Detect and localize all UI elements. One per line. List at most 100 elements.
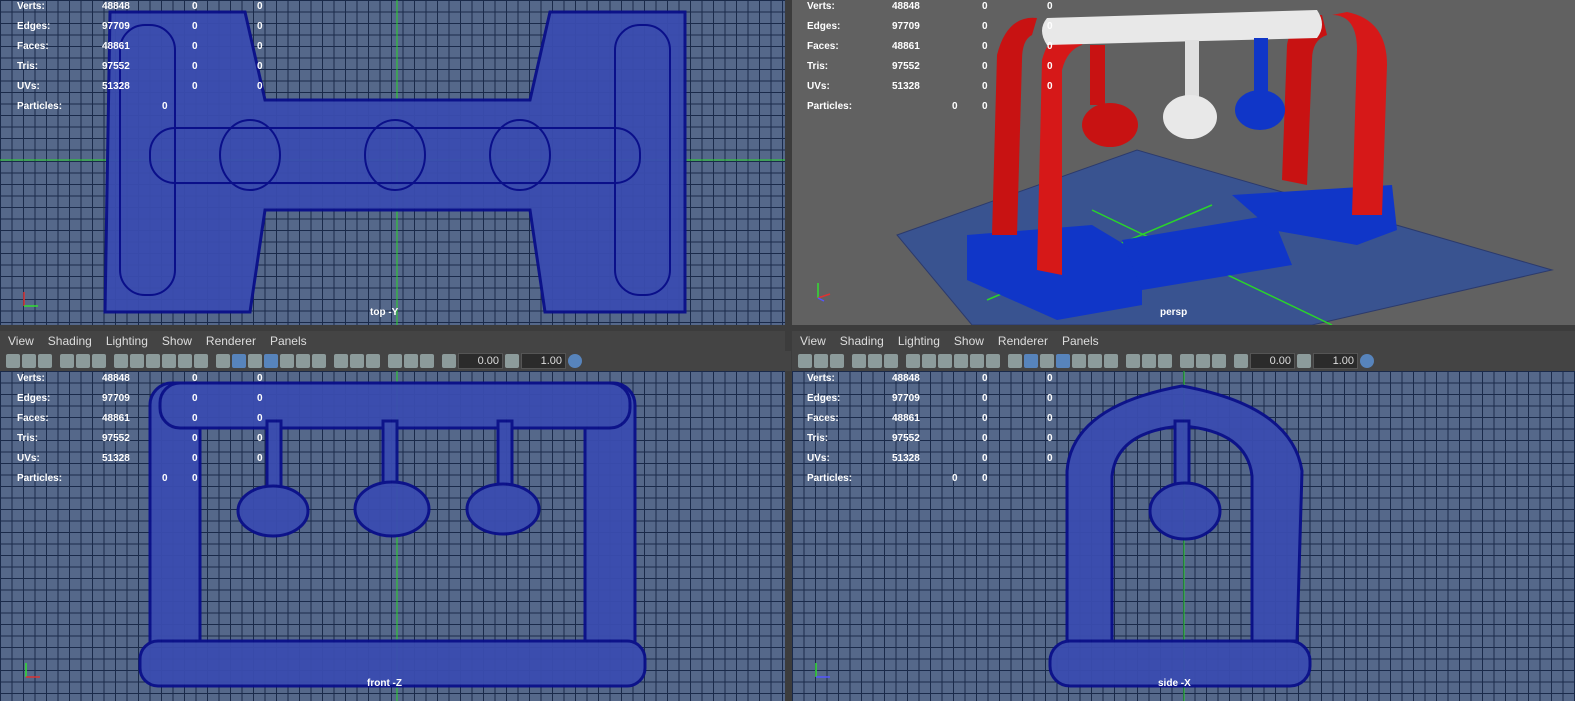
grid-toggle-icon[interactable] <box>906 354 920 368</box>
hud-verts-label: Verts: <box>17 373 45 384</box>
hud-verts-sel: 0 <box>192 1 198 12</box>
field-chart-icon[interactable] <box>178 354 192 368</box>
default-material-icon[interactable] <box>248 354 262 368</box>
axis-gizmo-icon <box>815 663 830 678</box>
grease-pencil-icon[interactable] <box>884 354 898 368</box>
lights-icon[interactable] <box>1088 354 1102 368</box>
xray-icon[interactable] <box>1196 354 1210 368</box>
menu-show[interactable]: Show <box>162 334 192 348</box>
bookmark-icon[interactable] <box>830 354 844 368</box>
exposure-icon[interactable] <box>442 354 456 368</box>
hud-edges-sel: 0 <box>192 393 198 404</box>
menu-panels[interactable]: Panels <box>270 334 307 348</box>
hud-uvs-sel2: 0 <box>257 81 263 92</box>
menu-shading[interactable]: Shading <box>48 334 92 348</box>
hud-uvs-sel2: 0 <box>1047 453 1053 464</box>
hud-uvs-sel: 0 <box>192 453 198 464</box>
hud-verts-sel2: 0 <box>257 1 263 12</box>
motion-blur-icon[interactable] <box>350 354 364 368</box>
gamma-icon[interactable] <box>505 354 519 368</box>
menu-shading[interactable]: Shading <box>840 334 884 348</box>
ambient-occlusion-icon[interactable] <box>334 354 348 368</box>
menu-lighting[interactable]: Lighting <box>106 334 148 348</box>
hud-faces-label: Faces: <box>17 41 49 52</box>
gamma-icon[interactable] <box>1297 354 1311 368</box>
color-management-icon[interactable] <box>568 354 582 368</box>
axis-gizmo-icon <box>25 663 40 678</box>
menu-lighting[interactable]: Lighting <box>898 334 940 348</box>
hud-uvs-sel: 0 <box>982 81 988 92</box>
shadows-icon[interactable] <box>1104 354 1118 368</box>
select-camera-icon[interactable] <box>798 354 812 368</box>
resolution-gate-icon[interactable] <box>146 354 160 368</box>
safe-action-icon[interactable] <box>194 354 208 368</box>
shadows-icon[interactable] <box>312 354 326 368</box>
field-chart-icon[interactable] <box>970 354 984 368</box>
menu-view[interactable]: View <box>800 334 826 348</box>
gate-mask-icon[interactable] <box>954 354 968 368</box>
exposure-field[interactable]: 0.00 <box>1250 353 1295 369</box>
hud-front: Verts: 48848 0 0 Edges: 97709 0 0 Faces: 48861 0… <box>17 371 263 489</box>
hud-edges-sel: 0 <box>982 393 988 404</box>
grid-toggle-icon[interactable] <box>114 354 128 368</box>
hud-faces-sel: 0 <box>982 41 988 52</box>
gate-mask-icon[interactable] <box>162 354 176 368</box>
gamma-field[interactable]: 1.00 <box>521 353 566 369</box>
isolate-select-icon[interactable] <box>388 354 402 368</box>
exposure-icon[interactable] <box>1234 354 1248 368</box>
image-plane-icon[interactable] <box>852 354 866 368</box>
hud-edges-sel: 0 <box>982 21 988 32</box>
viewport-persp[interactable]: Verts: 48848 0 0 Edges: 97709 0 0 Faces: 48861 0… <box>792 0 1575 325</box>
hud-uvs-value: 51328 <box>102 81 130 92</box>
two-d-pan-icon[interactable] <box>868 354 882 368</box>
film-gate-icon[interactable] <box>130 354 144 368</box>
ambient-occlusion-icon[interactable] <box>1126 354 1140 368</box>
camera-attributes-icon[interactable] <box>22 354 36 368</box>
safe-action-icon[interactable] <box>986 354 1000 368</box>
viewport-top[interactable]: Verts: 48848 0 0 Edges: 97709 0 0 Faces: 48861 0… <box>0 0 785 325</box>
wireframe-icon[interactable] <box>216 354 230 368</box>
exposure-field[interactable]: 0.00 <box>458 353 503 369</box>
grease-pencil-icon[interactable] <box>92 354 106 368</box>
menu-show[interactable]: Show <box>954 334 984 348</box>
axis-gizmo-icon <box>23 292 38 307</box>
menu-view[interactable]: View <box>8 334 34 348</box>
hud-tris-sel2: 0 <box>1047 61 1053 72</box>
gamma-field[interactable]: 1.00 <box>1313 353 1358 369</box>
film-gate-icon[interactable] <box>922 354 936 368</box>
bookmark-icon[interactable] <box>38 354 52 368</box>
anti-aliasing-icon[interactable] <box>366 354 380 368</box>
menu-panels[interactable]: Panels <box>1062 334 1099 348</box>
image-plane-icon[interactable] <box>60 354 74 368</box>
viewport-side[interactable]: Verts: 48848 0 0 Edges: 97709 0 0 Faces: 48861 0… <box>792 371 1575 701</box>
hud-uvs-label: UVs: <box>807 81 830 92</box>
xray-joints-icon[interactable] <box>420 354 434 368</box>
wireframe-on-shaded-icon[interactable] <box>264 354 278 368</box>
smooth-shade-icon[interactable] <box>1024 354 1038 368</box>
menu-renderer[interactable]: Renderer <box>206 334 256 348</box>
two-d-pan-icon[interactable] <box>76 354 90 368</box>
textured-icon[interactable] <box>1072 354 1086 368</box>
color-management-icon[interactable] <box>1360 354 1374 368</box>
hud-particles-sel: 0 <box>162 101 168 112</box>
xray-joints-icon[interactable] <box>1212 354 1226 368</box>
resolution-gate-icon[interactable] <box>938 354 952 368</box>
anti-aliasing-icon[interactable] <box>1158 354 1172 368</box>
hud-faces-sel2: 0 <box>1047 41 1053 52</box>
hud-uvs-label: UVs: <box>17 81 40 92</box>
wireframe-icon[interactable] <box>1008 354 1022 368</box>
hud-verts-label: Verts: <box>807 1 835 12</box>
hud-tris-value: 97552 <box>102 433 130 444</box>
camera-attributes-icon[interactable] <box>814 354 828 368</box>
wireframe-on-shaded-icon[interactable] <box>1056 354 1070 368</box>
lights-icon[interactable] <box>296 354 310 368</box>
viewport-front[interactable]: Verts: 48848 0 0 Edges: 97709 0 0 Faces: 48861 0… <box>0 371 785 701</box>
isolate-select-icon[interactable] <box>1180 354 1194 368</box>
textured-icon[interactable] <box>280 354 294 368</box>
xray-icon[interactable] <box>404 354 418 368</box>
select-camera-icon[interactable] <box>6 354 20 368</box>
default-material-icon[interactable] <box>1040 354 1054 368</box>
motion-blur-icon[interactable] <box>1142 354 1156 368</box>
menu-renderer[interactable]: Renderer <box>998 334 1048 348</box>
smooth-shade-icon[interactable] <box>232 354 246 368</box>
